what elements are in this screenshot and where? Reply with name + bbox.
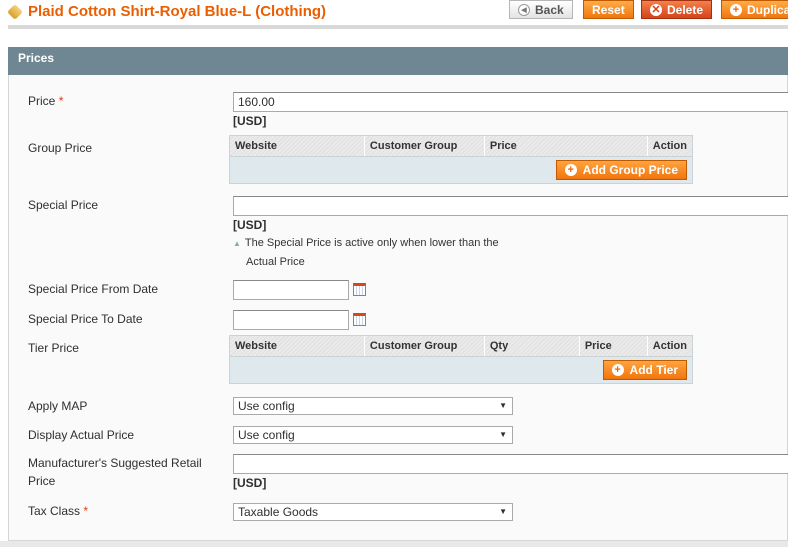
msrp-label: Manufacturer's Suggested Retail Price: [28, 456, 202, 488]
dropdown-arrow-icon: ▼: [499, 401, 507, 410]
price-currency: [USD]: [233, 114, 267, 128]
price-input[interactable]: 160.00: [233, 92, 788, 112]
tier-price-table: Website Customer Group Qty Price Action …: [229, 335, 693, 384]
plus-icon: +: [730, 3, 742, 16]
back-arrow-icon: ◀: [518, 3, 530, 16]
group-price-table: Website Customer Group Price Action + Add…: [229, 135, 693, 184]
product-icon: [7, 3, 23, 20]
calendar-icon[interactable]: [353, 283, 366, 296]
column-header: Price: [580, 336, 648, 356]
triangle-icon: ▲: [233, 239, 241, 248]
tier-price-label: Tier Price: [28, 341, 79, 355]
column-header: Customer Group: [365, 336, 485, 356]
dropdown-arrow-icon: ▼: [499, 430, 507, 439]
column-header: Action: [652, 340, 688, 352]
calendar-icon[interactable]: [353, 313, 366, 326]
tax-class-label: Tax Class *: [28, 504, 89, 518]
special-price-currency: [USD]: [233, 218, 267, 232]
reset-button[interactable]: Reset: [583, 0, 634, 19]
dropdown-arrow-icon: ▼: [499, 507, 507, 516]
plus-icon: +: [564, 164, 577, 176]
group-price-label: Group Price: [28, 141, 93, 155]
msrp-currency: [USD]: [233, 476, 267, 490]
special-from-input[interactable]: [233, 280, 349, 300]
special-price-label: Special Price: [28, 198, 99, 212]
delete-icon: ✕: [650, 3, 662, 16]
back-button[interactable]: ◀ Back: [509, 0, 573, 19]
header-divider: [8, 25, 788, 29]
column-header: Action: [652, 140, 687, 152]
footer-divider: [0, 541, 788, 547]
prices-section-header: Prices: [8, 47, 788, 75]
apply-map-label: Apply MAP: [28, 399, 88, 413]
special-to-label: Special Price To Date: [28, 312, 143, 326]
column-header: Price: [485, 136, 648, 156]
display-actual-price-select[interactable]: Use config ▼: [233, 426, 513, 444]
special-price-input[interactable]: [233, 196, 788, 216]
column-header: Qty: [485, 336, 580, 356]
price-label: Price *: [28, 94, 64, 108]
column-header: Customer Group: [365, 136, 485, 156]
apply-map-select[interactable]: Use config ▼: [233, 397, 513, 415]
column-header: Website: [230, 336, 365, 356]
page-title: Plaid Cotton Shirt-Royal Blue-L (Clothin…: [7, 3, 326, 20]
special-from-label: Special Price From Date: [28, 282, 159, 296]
column-header: Website: [230, 136, 365, 156]
special-to-input[interactable]: [233, 310, 349, 330]
duplicate-button[interactable]: +Duplicate: [721, 0, 788, 19]
display-actual-price-label: Display Actual Price: [28, 428, 135, 442]
msrp-input[interactable]: [233, 454, 788, 474]
tax-class-select[interactable]: Taxable Goods ▼: [233, 503, 513, 521]
delete-button[interactable]: ✕ Delete: [641, 0, 713, 19]
add-group-price-button[interactable]: + Add Group Price: [555, 160, 687, 180]
special-price-note: ▲ The Special Price is active only when l…: [233, 237, 499, 268]
add-tier-button[interactable]: + Add Tier: [602, 360, 687, 380]
plus-icon: +: [611, 364, 624, 376]
